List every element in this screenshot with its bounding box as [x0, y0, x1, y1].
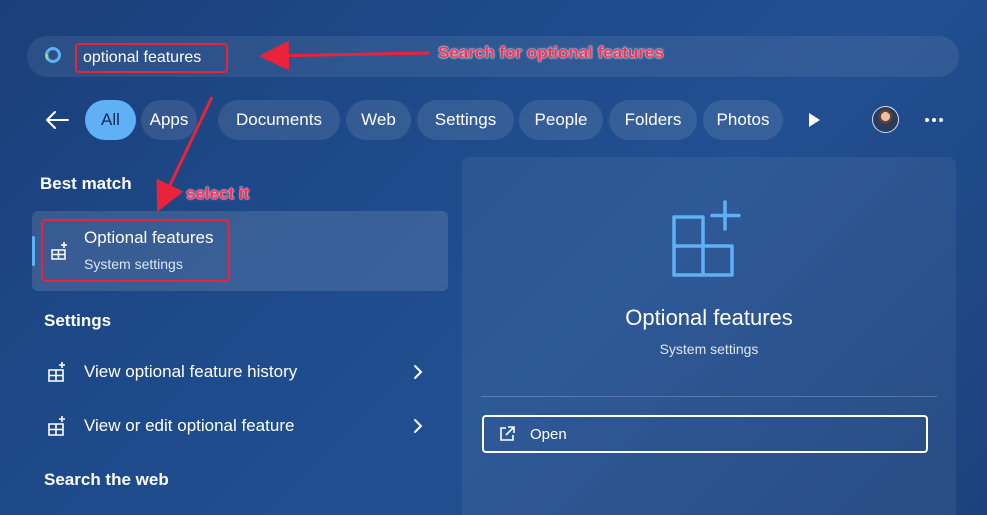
preview-panel: Optional features System settings Open	[462, 157, 956, 515]
back-button[interactable]	[40, 104, 74, 136]
selection-indicator	[32, 236, 35, 266]
open-button[interactable]: Open	[482, 415, 928, 453]
avatar[interactable]	[872, 106, 899, 133]
best-match-heading: Best match	[40, 174, 132, 193]
settings-heading: Settings	[44, 311, 112, 330]
settings-item-history[interactable]: View optional feature history	[32, 349, 448, 395]
settings-item-edit[interactable]: View or edit optional feature	[32, 403, 448, 449]
best-match-subtitle: System settings	[84, 256, 183, 272]
filter-chip-settings[interactable]: Settings	[417, 100, 514, 140]
more-filters-button[interactable]	[800, 108, 828, 132]
ellipsis-icon	[925, 118, 943, 122]
play-icon	[809, 113, 820, 127]
filter-chip-web[interactable]: Web	[346, 100, 411, 140]
arrow-left-icon	[46, 111, 69, 129]
filter-chip-apps[interactable]: Apps	[141, 100, 197, 140]
filter-chip-photos[interactable]: Photos	[703, 100, 783, 140]
open-external-icon	[500, 426, 515, 441]
optional-features-icon	[51, 242, 67, 260]
chevron-right-icon	[414, 419, 423, 433]
preview-title: Optional features	[625, 305, 793, 330]
chevron-right-icon	[414, 365, 423, 379]
best-match-title: Optional features	[84, 228, 214, 247]
open-label: Open	[530, 425, 567, 443]
optional-features-icon	[48, 416, 65, 436]
divider	[481, 396, 937, 397]
search-web-heading: Search the web	[44, 470, 169, 489]
optional-features-icon	[48, 362, 65, 382]
select-annotation: select it	[186, 184, 250, 203]
best-match-result[interactable]: Optional features System settings	[32, 211, 448, 291]
filter-chip-all[interactable]: All	[85, 100, 136, 140]
search-icon	[45, 47, 61, 63]
settings-item-label: View optional feature history	[84, 362, 298, 381]
filter-chip-documents[interactable]: Documents	[218, 100, 340, 140]
optional-features-icon	[672, 200, 741, 277]
filter-chip-folders[interactable]: Folders	[609, 100, 697, 140]
settings-item-label: View or edit optional feature	[84, 416, 295, 435]
search-input[interactable]	[75, 43, 228, 73]
filter-chip-people[interactable]: People	[519, 100, 603, 140]
more-options-button[interactable]	[920, 108, 948, 132]
preview-subtitle: System settings	[659, 341, 759, 357]
search-annotation: Search for optional features	[438, 43, 664, 62]
